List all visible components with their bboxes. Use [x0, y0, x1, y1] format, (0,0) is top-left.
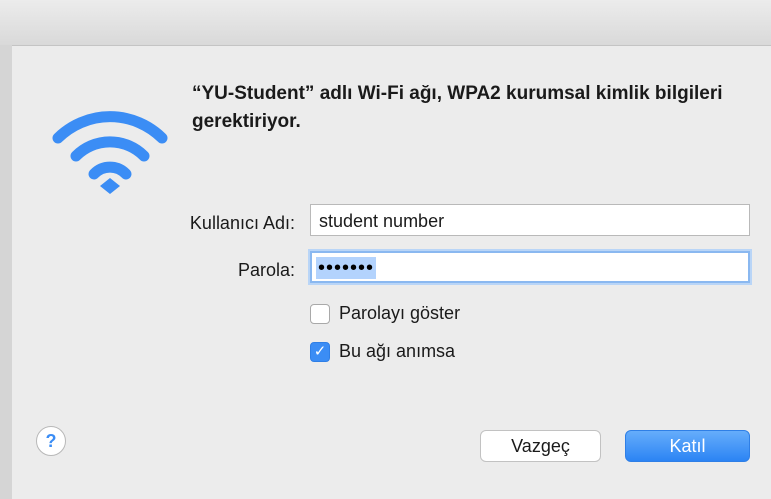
dialog-message: “YU-Student” adlı Wi-Fi ağı, WPA2 kurums… — [192, 83, 723, 132]
checkmark-icon: ✓ — [313, 343, 327, 360]
cancel-button[interactable]: Vazgeç — [480, 430, 601, 462]
remember-network-label[interactable]: Bu ağı anımsa — [339, 341, 455, 362]
help-button[interactable]: ? — [36, 426, 66, 456]
show-password-checkbox[interactable] — [310, 304, 330, 324]
join-button[interactable]: Katıl — [625, 430, 750, 462]
password-field[interactable]: ••••••• — [310, 251, 750, 283]
wifi-icon — [52, 111, 168, 194]
username-label: Kullanıcı Adı: — [189, 213, 295, 233]
wifi-auth-dialog: “YU-Student” adlı Wi-Fi ağı, WPA2 kurums… — [12, 46, 771, 495]
show-password-label[interactable]: Parolayı göster — [339, 303, 460, 324]
window-edge — [0, 45, 12, 499]
password-label: Parola: — [237, 260, 295, 280]
window-title-bar — [0, 0, 771, 46]
username-field[interactable]: student number — [310, 204, 750, 236]
remember-network-checkbox[interactable]: ✓ — [310, 342, 330, 362]
password-value: ••••••• — [316, 257, 377, 279]
